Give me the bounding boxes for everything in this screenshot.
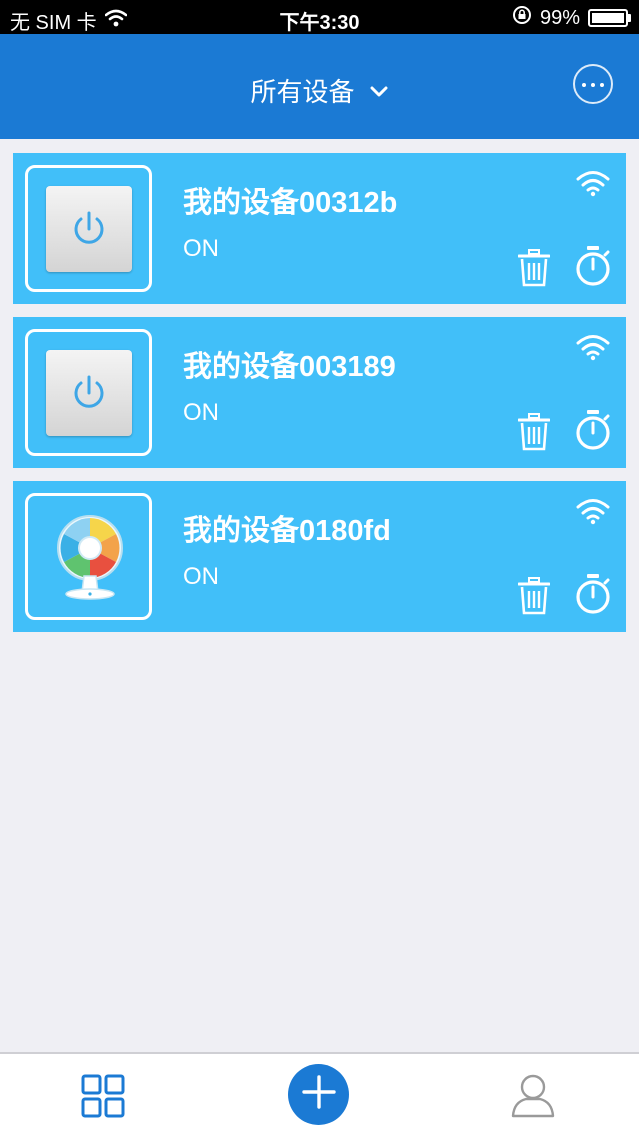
timer-icon[interactable]: [574, 409, 612, 456]
tab-devices[interactable]: [81, 1074, 125, 1123]
device-thumbnail: [25, 329, 152, 456]
device-thumbnail: [25, 165, 152, 292]
power-switch-icon: [46, 186, 132, 272]
status-right: 99%: [512, 5, 631, 31]
device-name: 我的设备003189: [183, 351, 396, 383]
page-title: 所有设备: [250, 77, 355, 107]
device-name: 我的设备0180fd: [183, 515, 391, 547]
delete-icon[interactable]: [517, 249, 551, 292]
device-card[interactable]: 我的设备00312b ON: [13, 153, 626, 304]
orientation-lock-icon: [512, 5, 532, 31]
add-icon: [301, 1075, 336, 1114]
device-thumbnail: [25, 493, 152, 620]
add-device-button[interactable]: [288, 1064, 349, 1125]
battery-fill: [592, 13, 624, 23]
profile-icon: [510, 1074, 556, 1122]
more-button[interactable]: [573, 64, 613, 104]
chevron-down-icon: [369, 75, 389, 106]
device-name: 我的设备00312b: [183, 187, 398, 219]
timer-icon[interactable]: [574, 245, 612, 292]
wifi-icon: [575, 169, 611, 202]
more-dots-icon: [580, 75, 606, 93]
power-switch-icon: [46, 350, 132, 436]
wifi-icon: [575, 497, 611, 530]
battery-body: [588, 9, 628, 27]
tab-bar: [0, 1052, 639, 1136]
delete-icon[interactable]: [517, 577, 551, 620]
delete-icon[interactable]: [517, 413, 551, 456]
timer-icon[interactable]: [574, 573, 612, 620]
grid-icon: [81, 1074, 125, 1122]
battery-tip: [628, 14, 631, 22]
device-card[interactable]: 我的设备0180fd ON: [13, 481, 626, 632]
device-status: ON: [183, 399, 219, 426]
battery-percent: 99%: [539, 6, 580, 29]
header: 所有设备: [0, 34, 639, 139]
fan-icon: [46, 510, 134, 607]
battery-icon: [588, 9, 631, 27]
device-filter-dropdown[interactable]: 所有设备: [0, 72, 639, 109]
wifi-icon: [575, 333, 611, 366]
screen: 无 SIM 卡 下午3:30 99% 所有设备 我的设备00312b ON 我的…: [0, 0, 639, 1136]
device-card[interactable]: 我的设备003189 ON: [13, 317, 626, 468]
device-status: ON: [183, 235, 219, 262]
device-status: ON: [183, 563, 219, 590]
status-bar: 无 SIM 卡 下午3:30 99%: [0, 0, 639, 34]
tab-profile[interactable]: [510, 1072, 556, 1123]
